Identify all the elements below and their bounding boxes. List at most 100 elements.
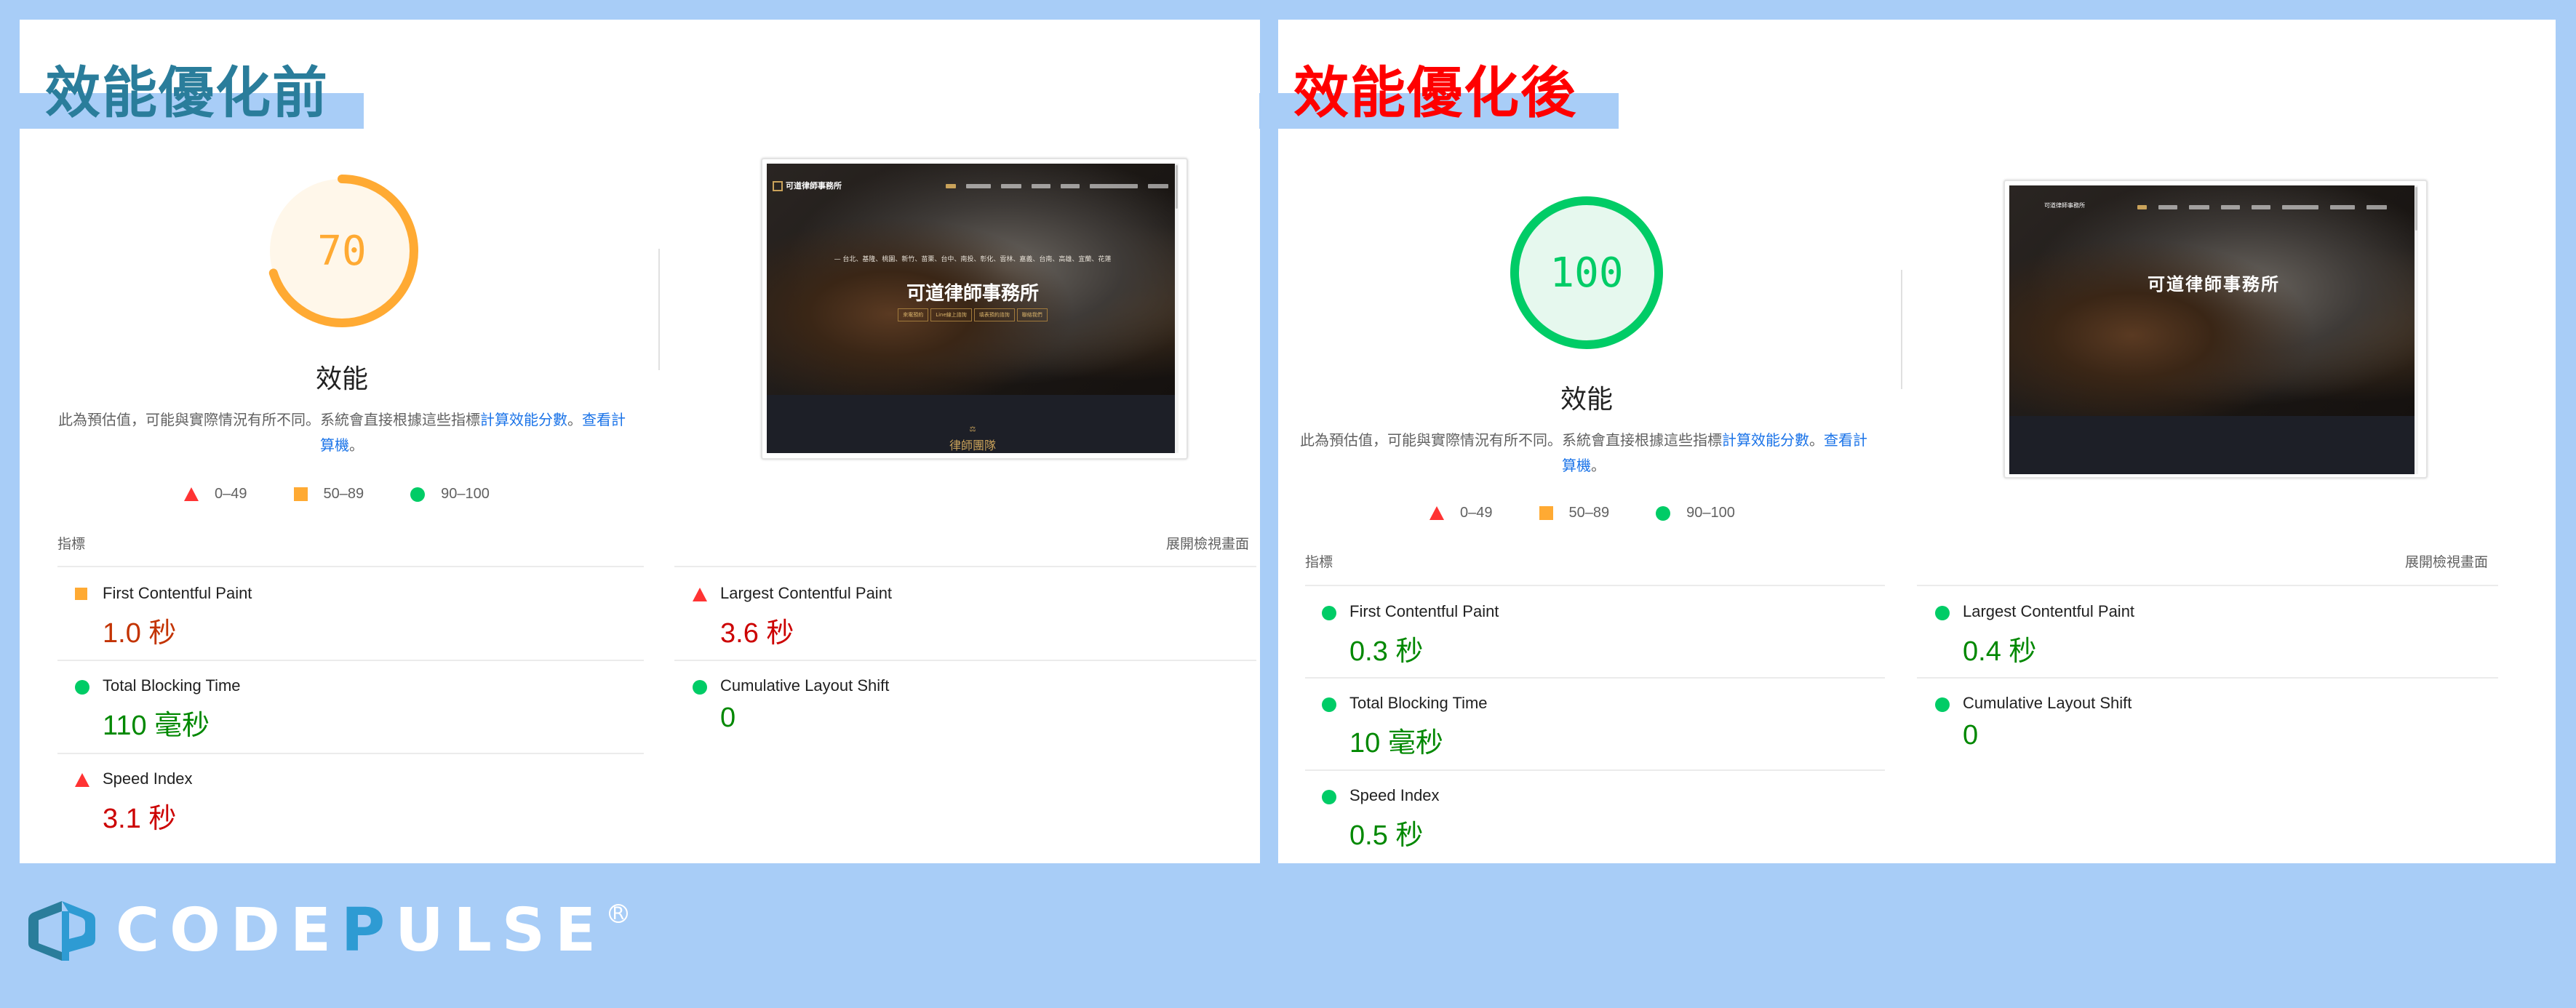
circle-icon — [1935, 697, 1950, 712]
description-end: 。 — [349, 436, 364, 454]
metric-value: 0 — [1963, 720, 1979, 751]
divider — [1305, 677, 1885, 679]
score-description: 此為預估值，可能與實際情況有所不同。系統會直接根據這些指標計算效能分數。查看計算… — [1300, 428, 1867, 479]
metric-value: 0.5 秒 — [1349, 820, 1424, 851]
site-logo-text: 可道律師事務所 — [786, 181, 842, 191]
expand-view-toggle[interactable]: 展開檢視畫面 — [2388, 551, 2488, 571]
metric-value: 0.4 秒 — [1963, 636, 2037, 667]
nav-item — [2252, 205, 2270, 209]
legend-pass: 90–100 — [410, 486, 490, 503]
legend-label: 0–49 — [1460, 505, 1493, 521]
divider — [674, 566, 1256, 567]
circle-icon — [410, 487, 426, 502]
site-logo-mark-icon — [773, 181, 783, 191]
triangle-icon — [75, 773, 89, 787]
brand-text-ulse: ULSE — [395, 896, 606, 965]
site-nav — [2137, 205, 2387, 209]
triangle-icon — [1429, 506, 1444, 520]
nav-item — [1061, 184, 1080, 188]
description-end: 。 — [1591, 457, 1606, 474]
brand-logo: CODEPULSE R — [27, 901, 628, 961]
divider — [57, 753, 644, 754]
metric-label: Cumulative Layout Shift — [1963, 694, 2132, 712]
nav-item — [1090, 184, 1138, 188]
legend-label: 90–100 — [1686, 505, 1735, 521]
expand-view-toggle[interactable]: 展開檢視畫面 — [1149, 533, 1249, 553]
square-icon — [293, 487, 308, 501]
nav-item — [1001, 184, 1021, 188]
metric-value: 3.6 秒 — [720, 618, 794, 649]
nav-item — [2366, 205, 2387, 209]
calc-score-link[interactable]: 計算效能分數 — [1722, 431, 1809, 449]
section-title: 律師團隊 — [949, 439, 996, 452]
circle-icon — [1322, 790, 1336, 804]
metric-label: Total Blocking Time — [103, 676, 241, 695]
description-separator: 。 — [567, 411, 582, 428]
metrics-header: 指標 — [1305, 554, 1333, 570]
nav-item — [966, 184, 991, 188]
metric-label: First Contentful Paint — [1349, 602, 1499, 620]
hero-image — [2009, 185, 2418, 416]
nav-item — [2282, 205, 2318, 209]
brand-text-code: CODE — [116, 896, 341, 965]
scrollbar-thumb — [1176, 165, 1178, 209]
nav-item — [2189, 205, 2209, 209]
circle-icon — [1322, 697, 1336, 712]
scrollbar-thumb — [2415, 187, 2417, 231]
site-logo-text: 可道律師事務所 — [2044, 202, 2085, 209]
nav-item — [1032, 184, 1050, 188]
cta-line: Line線上諮詢 — [930, 308, 972, 321]
description-separator: 。 — [1809, 431, 1824, 449]
nav-item — [946, 184, 956, 188]
circle-icon — [693, 680, 707, 695]
final-screenshot-after: 可道律師事務所 可道律師事務所 — [2009, 185, 2418, 474]
nav-item — [2221, 205, 2240, 209]
metric-value: 0 — [720, 703, 736, 733]
nav-item — [2137, 205, 2147, 209]
nav-item — [1148, 184, 1168, 188]
description-text: 此為預估值，可能與實際情況有所不同。系統會直接根據這些指標 — [1300, 431, 1722, 449]
vertical-divider — [1901, 270, 1902, 389]
vertical-divider — [658, 249, 660, 370]
cta-contact: 聯絡我們 — [1016, 308, 1048, 321]
metric-label: Largest Contentful Paint — [720, 584, 893, 602]
score-gauge-before: 70 — [266, 175, 418, 327]
final-screenshot-before: 可道律師事務所 — 台北、基隆、桃園、新竹、苗栗、台中、南投、彰化、雲林、嘉義、… — [767, 164, 1179, 453]
legend-label: 50–89 — [323, 486, 364, 502]
score-value: 70 — [317, 227, 367, 275]
score-gauge-after: 100 — [1510, 196, 1663, 349]
hero-cta-row: 來電預約 Line線上諮詢 填表預約諮詢 聯絡我們 — [767, 308, 1179, 321]
score-legend: 0–49 50–89 90–100 — [184, 486, 536, 503]
legend-fail: 0–49 — [184, 486, 247, 503]
legend-label: 90–100 — [441, 486, 490, 502]
category-title: 效能 — [1560, 385, 1613, 415]
divider — [1305, 769, 1885, 771]
hero-cities: — 台北、基隆、桃園、新竹、苗栗、台中、南投、彰化、雲林、嘉義、台南、高雄、宜蘭… — [834, 256, 1112, 263]
circle-icon — [1656, 505, 1671, 521]
metric-value: 10 毫秒 — [1349, 728, 1443, 759]
circle-icon — [75, 680, 89, 695]
cta-form: 填表預約諮詢 — [973, 308, 1015, 321]
hero-title: 可道律師事務所 — [906, 283, 1039, 305]
legend-pass: 90–100 — [1656, 505, 1735, 521]
circle-icon — [1322, 606, 1336, 620]
square-icon — [1539, 506, 1553, 520]
divider — [57, 660, 644, 661]
metric-label: First Contentful Paint — [103, 584, 252, 602]
site-nav — [946, 184, 1168, 188]
triangle-icon — [184, 487, 199, 501]
scrollbar — [1175, 164, 1179, 453]
scrollbar — [2414, 185, 2418, 474]
metric-value: 110 毫秒 — [103, 711, 210, 741]
divider — [57, 566, 644, 567]
nav-item — [2330, 205, 2355, 209]
calc-score-link[interactable]: 計算效能分數 — [480, 411, 567, 428]
site-logo: 可道律師事務所 — [773, 180, 842, 191]
legend-fail: 0–49 — [1429, 505, 1493, 521]
codepulse-logo-icon — [28, 901, 95, 961]
metric-label: Cumulative Layout Shift — [720, 676, 890, 695]
score-legend: 0–49 50–89 90–100 — [1429, 505, 1782, 521]
metrics-header: 指標 — [57, 536, 86, 552]
brand-wordmark: CODEPULSE — [116, 901, 606, 961]
nav-item — [2158, 205, 2177, 209]
